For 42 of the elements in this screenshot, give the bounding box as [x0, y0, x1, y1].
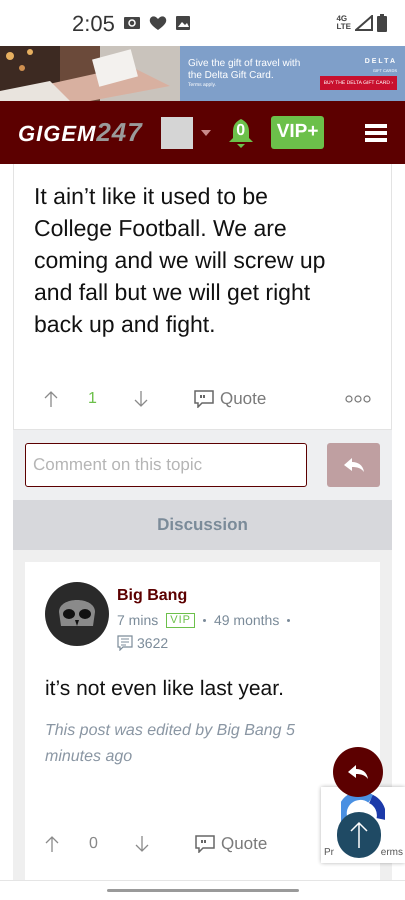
post-body: It ain’t like it used to be College Football. We are coming and we will screw up and fall but we will get right back up and fight.: [34, 182, 326, 339]
network-type: LTE: [336, 23, 351, 31]
post-count: 3622: [137, 634, 168, 653]
caret-icon[interactable]: [200, 130, 211, 136]
ad-headline: Give the gift of travel with the Delta Gift Card.: [188, 58, 302, 82]
menu-icon[interactable]: [365, 122, 387, 142]
terms-link[interactable]: erms: [380, 845, 403, 860]
downvote-icon[interactable]: [135, 835, 149, 853]
downvote-icon[interactable]: [134, 390, 148, 408]
reply-icon: [347, 764, 369, 780]
quote-icon: [194, 390, 214, 408]
site-logo[interactable]: GIGEM247: [18, 113, 143, 152]
clock-time: 2:05: [72, 10, 115, 38]
network-type: 4G: [336, 15, 348, 23]
privacy-link[interactable]: Pr: [324, 845, 334, 860]
heart-icon: [148, 15, 167, 31]
image-icon: [174, 15, 191, 31]
up-arrow-icon: [349, 821, 369, 849]
reply-icon: [342, 457, 364, 473]
user-avatar[interactable]: [45, 582, 109, 646]
post-time: 7 mins: [117, 611, 158, 630]
upvote-icon[interactable]: [45, 835, 59, 853]
comment-icon: [117, 635, 133, 651]
quote-icon: [195, 835, 215, 853]
member-tenure: 49 months: [214, 611, 280, 630]
vote-count: 1: [88, 389, 98, 409]
user-avatar[interactable]: [160, 116, 193, 148]
battery-icon: [377, 14, 387, 32]
vote-count: 0: [89, 834, 99, 854]
comment-field[interactable]: Comment on this topic: [25, 443, 307, 487]
section-header: Discussion: [13, 500, 392, 550]
more-icon[interactable]: [345, 395, 371, 403]
edited-note: This post was edited by Big Bang 5 minutes ago: [45, 721, 296, 767]
quote-button[interactable]: Quote: [194, 386, 266, 412]
reply-button[interactable]: [327, 443, 380, 487]
camera-icon: [122, 16, 141, 30]
post-body: it’s not even like last year.: [45, 676, 285, 702]
upvote-icon[interactable]: [44, 390, 58, 408]
signal-icon: [355, 15, 373, 31]
author-name[interactable]: Big Bang: [117, 584, 290, 608]
vip-badge: VIP: [166, 612, 195, 628]
quote-button[interactable]: Quote: [195, 831, 268, 857]
